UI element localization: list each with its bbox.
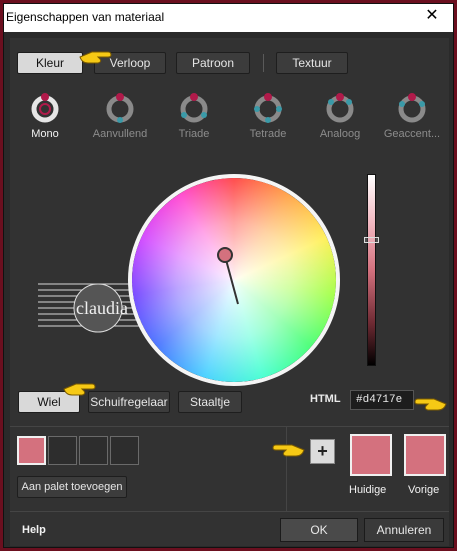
scheme-triade-label: Triade xyxy=(178,128,210,140)
pointing-hand-icon xyxy=(79,51,112,64)
title-bar: Eigenschappen van materiaal ✕ xyxy=(4,4,453,32)
svg-text:claudia: claudia xyxy=(76,298,128,318)
complementary-scheme-icon xyxy=(106,93,134,123)
brightness-slider[interactable] xyxy=(367,174,376,366)
wheel-pointer xyxy=(217,247,239,305)
current-color-swatch xyxy=(350,434,392,476)
tab-patroon[interactable]: Patroon xyxy=(176,52,250,74)
scheme-aanvullend[interactable]: Aanvullend xyxy=(88,90,152,140)
add-to-palette-button[interactable]: Aan palet toevoegen xyxy=(17,476,127,498)
html-hex-input[interactable]: #d4717e xyxy=(350,390,414,410)
scheme-tetrade-label: Tetrade xyxy=(249,128,287,140)
html-label: HTML xyxy=(310,393,341,405)
tab-textuur[interactable]: Textuur xyxy=(276,52,348,74)
scheme-tetrade[interactable]: Tetrade xyxy=(236,90,300,140)
scheme-analoog-label: Analoog xyxy=(319,128,361,140)
view-schuifregelaar[interactable]: Schuifregelaar xyxy=(88,391,170,413)
dialog-window: Eigenschappen van materiaal ✕ Kleur Verl… xyxy=(3,3,454,548)
cancel-button[interactable]: Annuleren xyxy=(364,518,444,542)
add-color-button[interactable]: + xyxy=(310,439,335,464)
scheme-geaccentueerd-label: Geaccent... xyxy=(383,128,441,140)
accented-scheme-icon xyxy=(398,93,426,123)
scheme-geaccentueerd[interactable]: Geaccent... xyxy=(380,90,444,140)
section-divider xyxy=(10,426,449,427)
footer-divider xyxy=(10,511,449,512)
color-wheel[interactable] xyxy=(128,174,340,386)
scheme-mono[interactable]: Mono xyxy=(13,90,77,140)
triad-scheme-icon xyxy=(180,93,208,123)
brightness-slider-thumb[interactable] xyxy=(364,237,379,243)
palette-swatch[interactable] xyxy=(48,436,77,465)
scheme-analoog[interactable]: Analoog xyxy=(308,90,372,140)
ok-button[interactable]: OK xyxy=(280,518,358,542)
mono-scheme-icon xyxy=(31,93,59,123)
analogous-scheme-icon xyxy=(326,93,354,123)
current-color-label: Huidige xyxy=(349,484,387,496)
previous-color-swatch[interactable] xyxy=(404,434,446,476)
view-staaltje[interactable]: Staaltje xyxy=(178,391,242,413)
tetrad-scheme-icon xyxy=(254,93,282,123)
palette-swatch[interactable] xyxy=(79,436,108,465)
tab-kleur[interactable]: Kleur xyxy=(17,52,83,74)
pointing-hand-icon xyxy=(272,444,305,457)
pointing-hand-icon xyxy=(63,383,96,396)
scheme-aanvullend-label: Aanvullend xyxy=(92,128,148,140)
help-link[interactable]: Help xyxy=(22,524,46,536)
dialog-body: Kleur Verloop Patroon Textuur Mono Aanvu… xyxy=(10,38,449,546)
scheme-triade[interactable]: Triade xyxy=(162,90,226,140)
pointing-hand-icon xyxy=(414,398,447,411)
palette-swatch[interactable] xyxy=(110,436,139,465)
window-title: Eigenschappen van materiaal xyxy=(6,10,165,24)
previous-color-label: Vorige xyxy=(408,484,440,496)
tab-divider xyxy=(263,54,264,72)
close-icon[interactable]: ✕ xyxy=(423,7,441,25)
scheme-mono-label: Mono xyxy=(31,128,59,140)
palette-swatch[interactable] xyxy=(17,436,46,465)
